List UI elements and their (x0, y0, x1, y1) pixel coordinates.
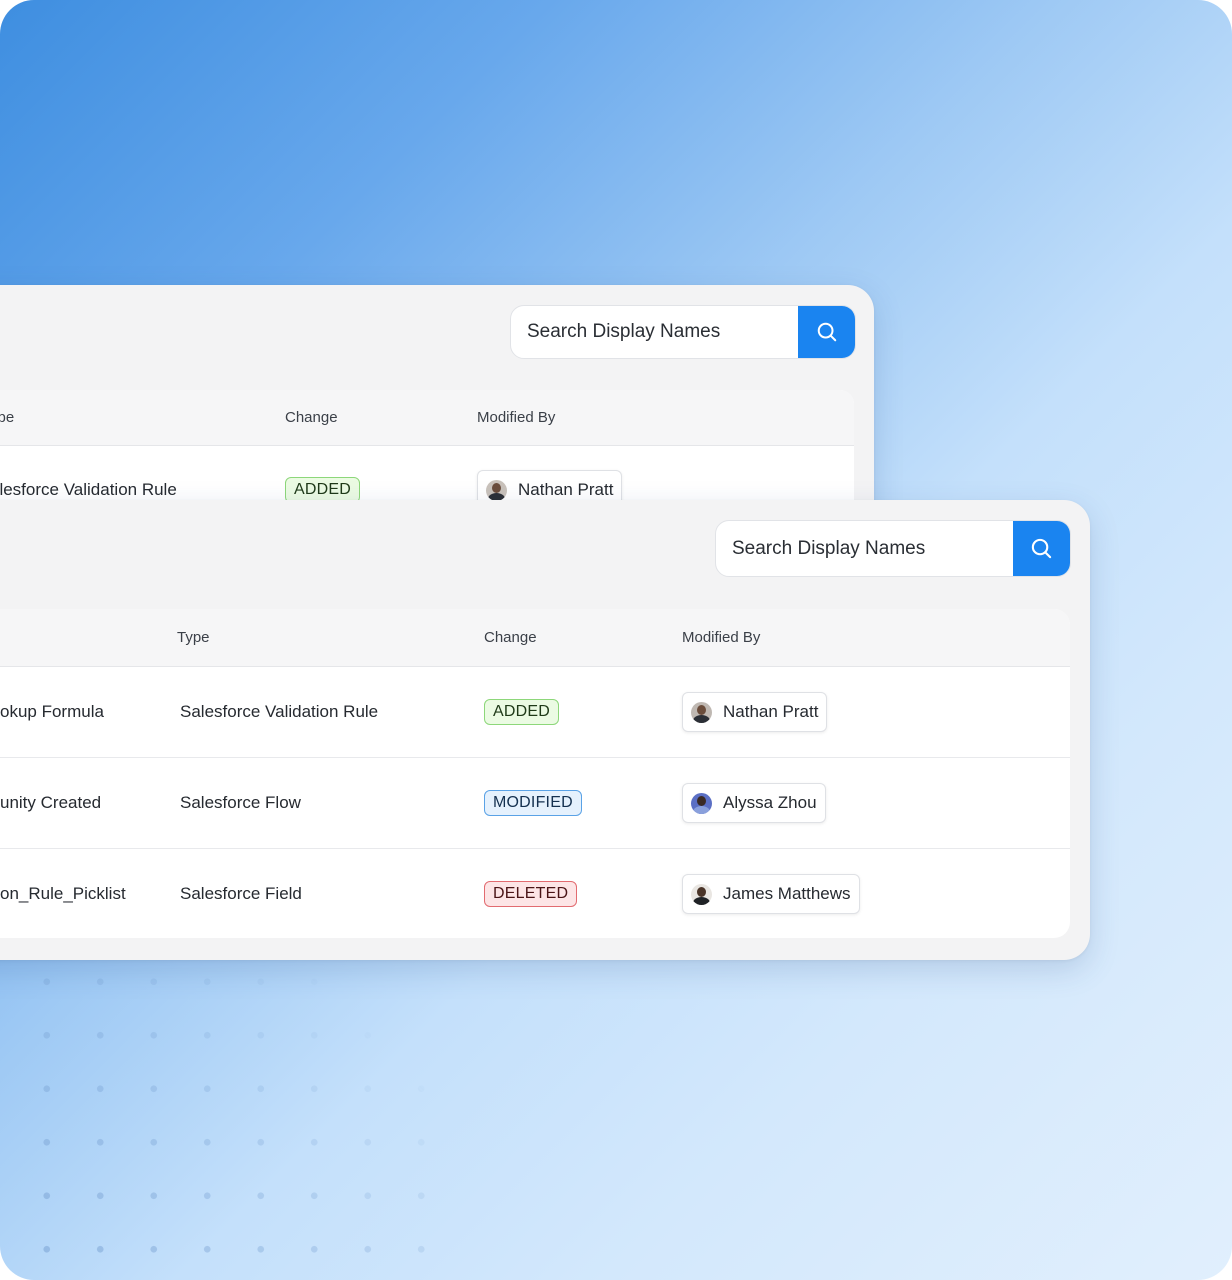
column-header-type[interactable]: ype (0, 390, 14, 445)
status-badge: MODIFIED (484, 790, 582, 816)
column-header-modified-by[interactable]: Modified By (477, 390, 555, 445)
row-name: okup Formula (0, 702, 104, 721)
column-header-change[interactable]: Change (484, 609, 537, 666)
user-chip[interactable]: Nathan Pratt (682, 692, 828, 732)
search-bar (715, 520, 1071, 577)
row-name: on_Rule_Picklist (0, 884, 126, 903)
table-row[interactable]: on_Rule_Picklist Salesforce Field DELETE… (0, 849, 1070, 938)
search-button[interactable] (798, 306, 855, 358)
column-header-modified-by[interactable]: Modified By (682, 609, 760, 666)
status-badge: DELETED (484, 881, 578, 907)
avatar (691, 883, 712, 905)
row-name: unity Created (0, 793, 102, 812)
table-row[interactable]: okup Formula Salesforce Validation Rule … (0, 667, 1070, 758)
row-type: Salesforce Flow (180, 793, 301, 812)
dot-pattern (20, 955, 440, 1255)
front-panel: Type Change Modified By okup Formula Sal… (0, 500, 1090, 960)
column-header-change[interactable]: Change (285, 390, 338, 445)
row-type: Salesforce Validation Rule (180, 702, 379, 721)
user-name: Nathan Pratt (518, 480, 614, 499)
user-chip[interactable]: Alyssa Zhou (682, 783, 826, 823)
table-header: ype Change Modified By (0, 390, 854, 446)
page-background: ype Change Modified By alesforce Validat… (0, 0, 1232, 1280)
status-badge: ADDED (484, 699, 560, 725)
table-header: Type Change Modified By (0, 609, 1070, 667)
search-input[interactable] (716, 521, 1013, 576)
user-name: Alyssa Zhou (723, 793, 817, 812)
search-bar (510, 305, 856, 359)
column-header-type[interactable]: Type (177, 609, 210, 666)
search-input[interactable] (511, 306, 798, 358)
avatar (691, 701, 712, 723)
user-name: James Matthews (723, 884, 851, 903)
avatar (691, 792, 712, 814)
table-row[interactable]: unity Created Salesforce Flow MODIFIED A… (0, 758, 1070, 849)
search-button[interactable] (1013, 521, 1070, 576)
user-chip[interactable]: James Matthews (682, 874, 860, 914)
search-icon (1031, 538, 1052, 559)
avatar (486, 479, 507, 501)
user-name: Nathan Pratt (723, 702, 819, 721)
row-type: Salesforce Field (180, 884, 302, 903)
changes-table: Type Change Modified By okup Formula Sal… (0, 609, 1070, 938)
search-icon (817, 322, 836, 342)
